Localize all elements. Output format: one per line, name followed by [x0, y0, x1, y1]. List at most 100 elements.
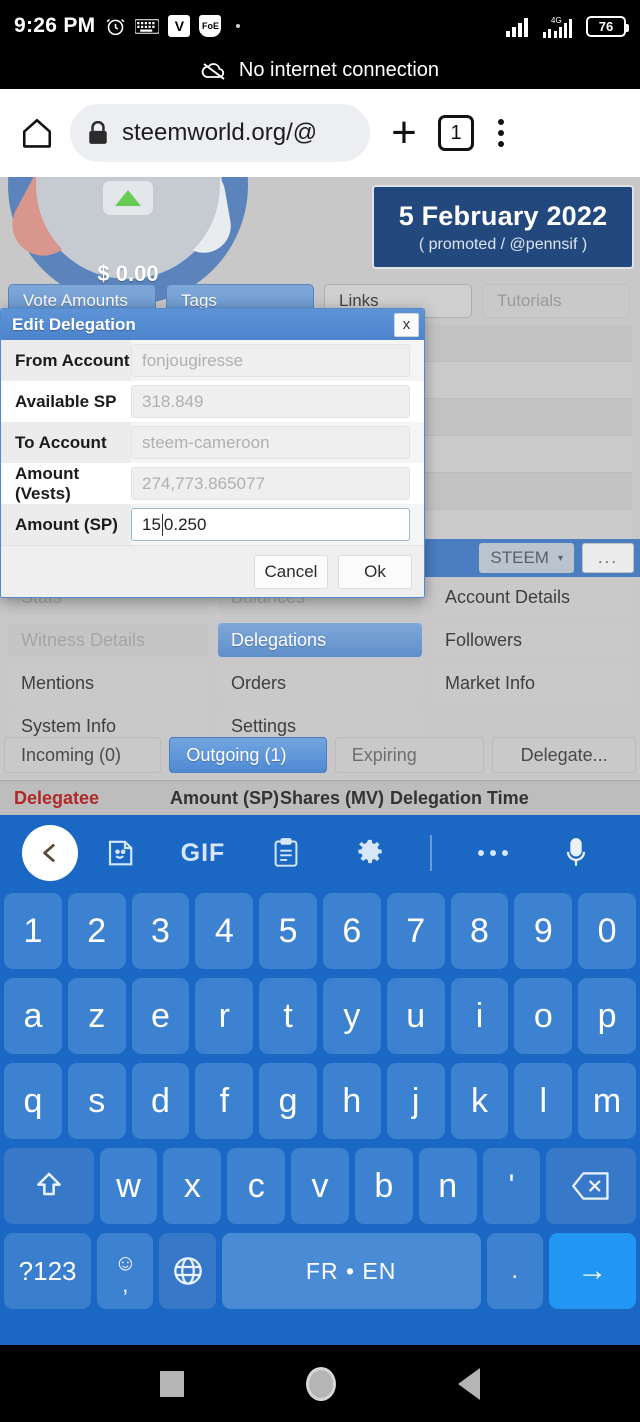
- table-header-amount-sp[interactable]: Amount (SP): [170, 788, 280, 809]
- key-4[interactable]: 4: [195, 893, 254, 969]
- square-icon[interactable]: [160, 1370, 184, 1397]
- table-header-delegatee[interactable]: Delegatee: [0, 788, 170, 809]
- dialog-row-available-sp: Available SP 318.849: [1, 381, 424, 422]
- amount-sp-input[interactable]: 15 0.250: [131, 508, 410, 541]
- steem-more-button[interactable]: ...: [582, 543, 634, 573]
- gif-icon[interactable]: GIF: [161, 839, 244, 868]
- key-s[interactable]: s: [67, 1063, 126, 1139]
- table-header-delegation-time[interactable]: Delegation Time: [390, 788, 590, 809]
- key-o[interactable]: o: [514, 978, 573, 1054]
- key-z[interactable]: z: [67, 978, 126, 1054]
- key-k[interactable]: k: [450, 1063, 509, 1139]
- available-sp-field[interactable]: 318.849: [131, 385, 410, 418]
- foe-badge-icon: FoE: [199, 15, 222, 37]
- key-d[interactable]: d: [131, 1063, 190, 1139]
- subtab-incoming[interactable]: Incoming (0): [4, 737, 162, 773]
- dialog-label-to-account: To Account: [1, 422, 131, 463]
- subtab-delegate[interactable]: Delegate...: [492, 737, 636, 773]
- key-e[interactable]: e: [131, 978, 190, 1054]
- subtab-expiring[interactable]: Expiring: [334, 737, 485, 773]
- key-0[interactable]: 0: [578, 893, 636, 969]
- key-apostrophe[interactable]: ': [482, 1148, 541, 1224]
- home-icon[interactable]: [16, 112, 58, 154]
- from-account-field[interactable]: fonjougiresse: [131, 344, 410, 377]
- promo-sponsor: ( promoted / @pennsif ): [418, 235, 588, 253]
- table-header-shares-mv[interactable]: Shares (MV): [280, 788, 390, 809]
- key-t[interactable]: t: [259, 978, 317, 1054]
- new-tab-button[interactable]: +: [382, 110, 426, 154]
- emoji-comma-key[interactable]: ☺ ,: [97, 1233, 154, 1309]
- keyboard-row-1: a z e r t y u i o p: [4, 978, 636, 1054]
- nav-button-market-info[interactable]: Market Info: [432, 666, 632, 700]
- shift-icon[interactable]: [4, 1148, 94, 1224]
- key-i[interactable]: i: [450, 978, 509, 1054]
- page-nav-grid: Stats Witness Details Mentions System In…: [8, 580, 632, 743]
- key-j[interactable]: j: [386, 1063, 445, 1139]
- nav-button-orders[interactable]: Orders: [218, 666, 422, 700]
- dialog-title: Edit Delegation: [12, 314, 136, 334]
- key-9[interactable]: 9: [514, 893, 573, 969]
- microphone-icon[interactable]: [535, 837, 618, 869]
- on-screen-keyboard: GIF 1 2 3 4 5 6 7 8 9 0 a z e r t y u i …: [0, 815, 640, 1345]
- backspace-icon[interactable]: [546, 1148, 637, 1224]
- cellular-signal-icon: 4G: [543, 15, 577, 38]
- address-bar[interactable]: steemworld.org/@: [70, 104, 370, 162]
- subtab-outgoing[interactable]: Outgoing (1): [169, 737, 327, 773]
- nav-button-mentions[interactable]: Mentions: [8, 666, 208, 700]
- back-triangle-icon[interactable]: [458, 1367, 480, 1400]
- tab-tutorials[interactable]: Tutorials: [482, 284, 630, 318]
- nav-button-account-details[interactable]: Account Details: [432, 580, 632, 614]
- period-key[interactable]: .: [486, 1233, 543, 1309]
- circle-home-icon[interactable]: [306, 1366, 336, 1401]
- key-l[interactable]: l: [514, 1063, 573, 1139]
- key-7[interactable]: 7: [386, 893, 445, 969]
- cancel-button[interactable]: Cancel: [254, 554, 328, 589]
- key-n[interactable]: n: [418, 1148, 477, 1224]
- key-m[interactable]: m: [578, 1063, 636, 1139]
- key-g[interactable]: g: [259, 1063, 317, 1139]
- key-r[interactable]: r: [195, 978, 254, 1054]
- key-6[interactable]: 6: [322, 893, 381, 969]
- key-u[interactable]: u: [386, 978, 445, 1054]
- key-v[interactable]: v: [291, 1148, 349, 1224]
- key-f[interactable]: f: [195, 1063, 254, 1139]
- key-2[interactable]: 2: [67, 893, 126, 969]
- steem-currency-selector[interactable]: STEEM ▾: [479, 543, 574, 573]
- promo-banner[interactable]: 5 February 2022 ( promoted / @pennsif ): [372, 185, 634, 269]
- key-c[interactable]: c: [227, 1148, 286, 1224]
- globe-icon[interactable]: [159, 1233, 216, 1309]
- ok-button[interactable]: Ok: [338, 554, 412, 589]
- key-p[interactable]: p: [578, 978, 636, 1054]
- key-5[interactable]: 5: [259, 893, 317, 969]
- key-1[interactable]: 1: [4, 893, 62, 969]
- to-account-field[interactable]: steem-cameroon: [131, 426, 410, 459]
- key-8[interactable]: 8: [450, 893, 509, 969]
- steem-currency-label: STEEM: [490, 548, 549, 567]
- nav-button-followers[interactable]: Followers: [432, 623, 632, 657]
- status-bar-system-icons: 4G 76: [506, 15, 629, 38]
- key-q[interactable]: q: [4, 1063, 62, 1139]
- enter-key[interactable]: →: [548, 1233, 636, 1309]
- overflow-menu-icon[interactable]: [486, 119, 516, 147]
- space-key[interactable]: FR • EN: [221, 1233, 481, 1309]
- key-w[interactable]: w: [99, 1148, 158, 1224]
- keyboard-row-2: q s d f g h j k l m: [4, 1063, 636, 1139]
- key-a[interactable]: a: [4, 978, 62, 1054]
- tab-switcher-button[interactable]: 1: [438, 115, 474, 151]
- key-h[interactable]: h: [322, 1063, 381, 1139]
- key-3[interactable]: 3: [131, 893, 190, 969]
- nav-button-witness-details[interactable]: Witness Details: [8, 623, 208, 657]
- gear-icon[interactable]: [328, 838, 411, 868]
- sticker-icon[interactable]: [78, 838, 161, 868]
- key-x[interactable]: x: [163, 1148, 222, 1224]
- close-icon[interactable]: x: [394, 312, 419, 337]
- symbols-key[interactable]: ?123: [4, 1233, 92, 1309]
- lock-icon: [88, 121, 108, 145]
- key-b[interactable]: b: [354, 1148, 413, 1224]
- nav-button-delegations[interactable]: Delegations: [218, 623, 422, 657]
- more-dots-icon[interactable]: [451, 847, 534, 859]
- amount-vests-field[interactable]: 274,773.865077: [131, 467, 410, 500]
- back-chevron-icon[interactable]: [22, 825, 78, 881]
- clipboard-icon[interactable]: [245, 838, 328, 868]
- key-y[interactable]: y: [322, 978, 381, 1054]
